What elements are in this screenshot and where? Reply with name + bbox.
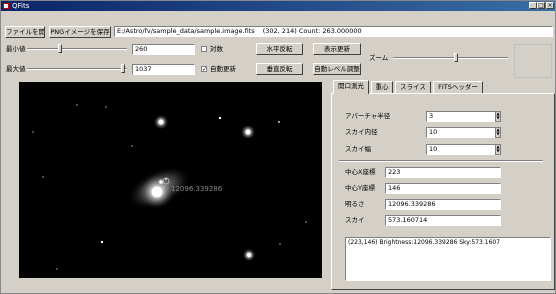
star [32, 131, 34, 133]
window-title: QFits [12, 2, 30, 10]
tab-fits-header[interactable]: FITSヘッダー [433, 81, 483, 93]
sky-width-label: スカイ幅 [345, 145, 371, 153]
star [131, 145, 133, 147]
close-icon[interactable]: × [546, 2, 554, 9]
status-bar [1, 283, 331, 293]
brightness-label: 明るさ [345, 200, 365, 208]
minimize-icon[interactable]: _ [529, 2, 537, 9]
center-x-field[interactable]: 223 [385, 167, 501, 178]
tab-aperture-photometry[interactable]: 開口測光 [333, 80, 369, 94]
aperture-label: アパーチャ半径 [345, 112, 391, 120]
app-icon [3, 3, 9, 9]
maximize-icon[interactable]: □ [537, 2, 545, 9]
log-label: 対数 [210, 45, 223, 53]
sky-field[interactable]: 573.160714 [385, 215, 501, 226]
zoom-slider-track [393, 57, 508, 59]
star [218, 116, 222, 120]
min-value-input[interactable]: 260 [132, 44, 195, 55]
min-slider-thumb[interactable] [58, 44, 62, 53]
tab-slice[interactable]: スライス [395, 81, 431, 93]
open-file-button[interactable]: ファイルを開く [5, 26, 45, 38]
min-slider[interactable] [27, 44, 127, 54]
star [245, 129, 251, 135]
star [42, 176, 44, 178]
log-checkbox[interactable] [201, 46, 207, 52]
center-y-label: 中心Y座標 [345, 184, 375, 192]
center-y-field[interactable]: 146 [385, 183, 501, 194]
zoom-slider[interactable] [393, 53, 508, 63]
star [105, 106, 107, 108]
tab-centroid[interactable]: 重心 [371, 81, 393, 93]
star [159, 180, 163, 184]
max-slider-thumb[interactable] [121, 64, 125, 73]
max-slider-track [27, 68, 127, 70]
hflip-button[interactable]: 水平反転 [256, 43, 303, 55]
auto-level-button[interactable]: 自動レベル調整 [313, 63, 361, 75]
star [158, 119, 164, 125]
fits-image-view[interactable]: 12096.339286 [19, 82, 322, 278]
aperture-input[interactable]: 3 [426, 111, 496, 122]
refresh-button[interactable]: 表示更新 [313, 43, 361, 55]
brightness-field[interactable]: 12096.339286 [385, 199, 501, 210]
star [279, 243, 281, 245]
star [246, 252, 252, 258]
result-log[interactable]: (223,146) Brightness:12096.339286 Sky:57… [345, 237, 551, 281]
max-value-input[interactable]: 1037 [132, 64, 195, 75]
star [278, 121, 280, 123]
main-window: QFits _ □ × ファイルを開く PNGイメージを保存 E:/Astro/… [0, 0, 556, 294]
sky-inner-input[interactable]: 10 [426, 127, 496, 138]
zoom-slider-thumb[interactable] [454, 53, 458, 62]
preview-thumbnail [514, 44, 552, 78]
min-label: 最小値 [6, 45, 26, 53]
sky-label: スカイ [345, 216, 365, 224]
title-bar: QFits _ □ × [1, 1, 555, 11]
sky-inner-label: スカイ内径 [345, 128, 378, 136]
zoom-label: ズーム [369, 54, 389, 62]
fits-image-svg: 12096.339286 [32, 104, 307, 270]
star [56, 268, 58, 270]
stars-group [32, 104, 307, 270]
sky-width-input[interactable]: 10 [426, 144, 496, 155]
image-size-info: (302, 214) Count: 263.000000 [262, 27, 362, 35]
auto-refresh-checkbox[interactable]: ✓ [201, 66, 207, 73]
filepath-field[interactable]: E:/Astro/fv/sample_data/sample.image.fit… [114, 26, 553, 37]
star [151, 186, 163, 198]
sky-inner-spinner[interactable]: ▲ ▼ [495, 127, 501, 138]
cursor-readout: 12096.339286 [171, 185, 223, 193]
vflip-button[interactable]: 垂直反転 [256, 63, 303, 75]
save-png-button[interactable]: PNGイメージを保存 [49, 26, 111, 38]
max-slider[interactable] [27, 64, 127, 74]
min-slider-track [27, 48, 127, 50]
tab-strip: 開口測光 重心 スライス FITSヘッダー [331, 80, 555, 94]
star [76, 104, 78, 106]
center-x-label: 中心X座標 [345, 168, 376, 176]
max-label: 最大値 [6, 65, 26, 73]
auto-refresh-label: 自動更新 [210, 65, 236, 73]
filepath-value: E:/Astro/fv/sample_data/sample.image.fit… [117, 27, 255, 35]
sky-width-spinner[interactable]: ▲ ▼ [495, 144, 501, 155]
star [100, 240, 104, 244]
panel-divider [339, 160, 543, 162]
aperture-spinner[interactable]: ▲ ▼ [495, 111, 501, 122]
star [305, 221, 307, 223]
